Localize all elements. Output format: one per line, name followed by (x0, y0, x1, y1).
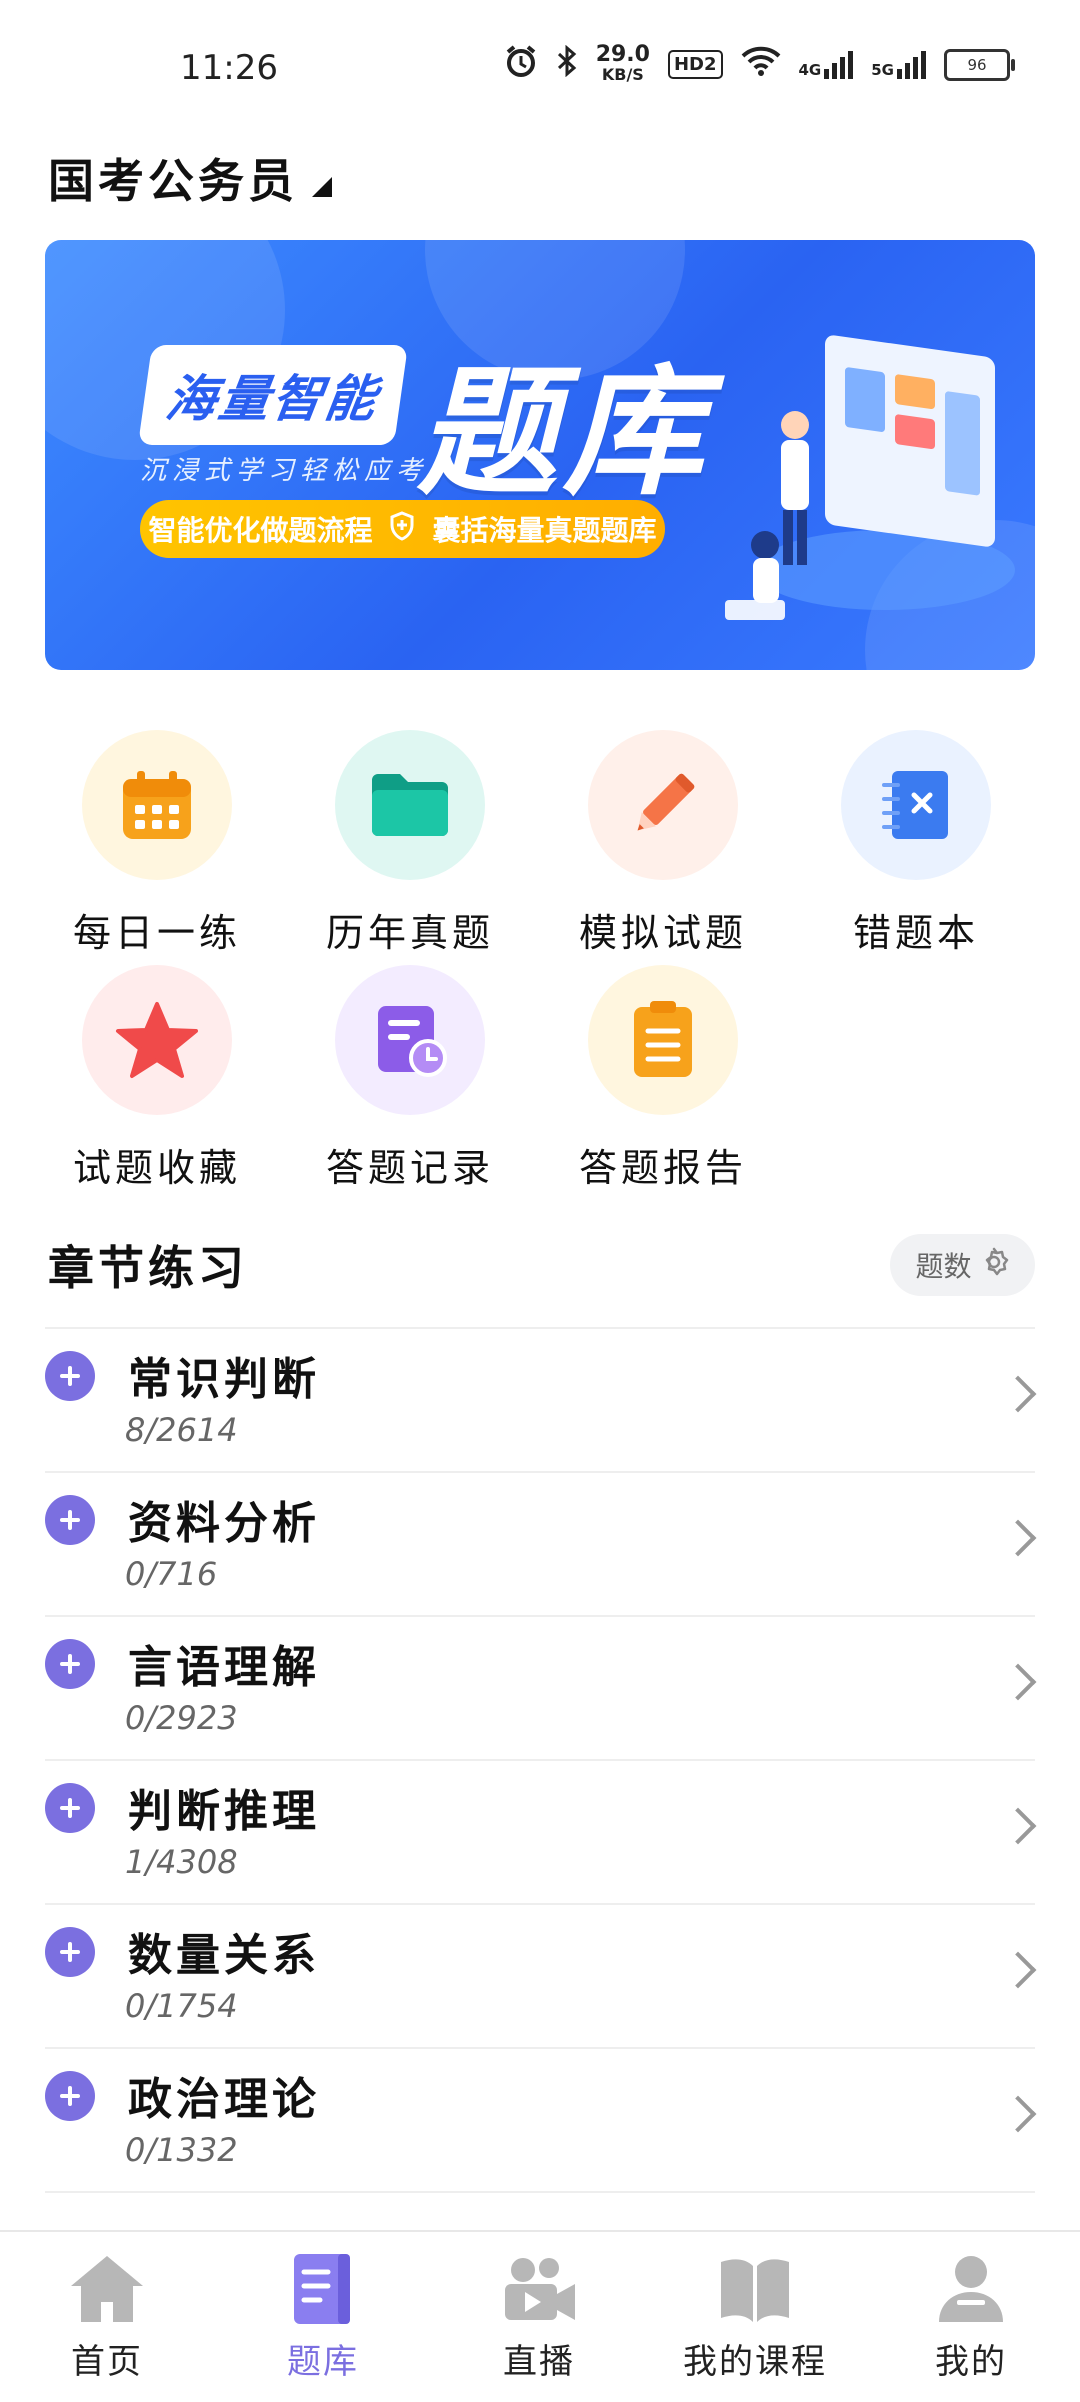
status-bar: 11:26 29.0 KB/S HD2 4G 5G 96 (0, 0, 1080, 130)
promo-banner[interactable]: 海量智能 题库 沉浸式学习轻松应考 智能优化做题流程 囊括海量真题题库 (45, 240, 1035, 670)
chevron-right-icon (999, 1951, 1037, 1989)
home-icon (67, 2256, 147, 2330)
bottom-nav: 首页 题库 直播 我的课程 我的 (0, 2230, 1080, 2402)
pencil-icon (588, 730, 738, 880)
alarm-icon (504, 44, 538, 85)
caret-down-icon (312, 177, 332, 197)
banner-illustration (725, 300, 1025, 640)
star-icon (82, 965, 232, 1115)
clipboard-icon (588, 965, 738, 1115)
expand-plus-icon[interactable] (45, 1351, 95, 1401)
chapter-name: 常识判断 (128, 1354, 320, 1405)
chapter-row[interactable]: 判断推理 1/4308 (45, 1759, 1037, 1903)
page-title: 国考公务员 (48, 154, 298, 208)
feature-answer-history[interactable]: 答题记录 (300, 965, 520, 1192)
nav-label: 题库 (287, 2342, 359, 2382)
bluetooth-icon (556, 44, 578, 84)
gear-icon (978, 1246, 1010, 1285)
chapter-row[interactable]: 常识判断 8/2614 (45, 1327, 1037, 1471)
chapter-row[interactable]: 资料分析 0/716 (45, 1471, 1037, 1615)
expand-plus-icon[interactable] (45, 1783, 95, 1833)
nav-profile[interactable]: 我的 (881, 2252, 1061, 2383)
nav-live[interactable]: 直播 (449, 2252, 629, 2383)
hd-badge: HD2 (667, 50, 723, 79)
banner-slogan: 沉浸式学习轻松应考 (140, 456, 429, 486)
calendar-icon (82, 730, 232, 880)
banner-pill-left: 智能优化做题流程 (148, 514, 373, 547)
status-icons: 29.0 KB/S HD2 4G 5G 96 (504, 41, 1015, 85)
chapter-row[interactable]: 政治理论 0/1332 (45, 2047, 1037, 2193)
feature-favorites[interactable]: 试题收藏 (47, 965, 267, 1192)
feature-daily-practice[interactable]: 每日一练 (47, 730, 267, 957)
feature-label: 每日一练 (72, 911, 241, 955)
banner-tag: 海量智能 (137, 345, 409, 445)
chapter-progress: 0/2923 (125, 1699, 238, 1737)
exam-selector[interactable]: 国考公务员 (48, 145, 332, 211)
expand-plus-icon[interactable] (45, 2071, 95, 2121)
battery-icon: 96 (944, 48, 1015, 81)
chapter-progress: 0/716 (125, 1555, 218, 1593)
chevron-right-icon (999, 2095, 1037, 2133)
chapter-row[interactable]: 言语理解 0/2923 (45, 1615, 1037, 1759)
question-bank-icon (288, 2254, 358, 2330)
wifi-icon (741, 46, 781, 83)
nav-label: 直播 (503, 2342, 575, 2382)
chevron-right-icon (999, 1375, 1037, 1413)
chevron-right-icon (999, 1807, 1037, 1845)
expand-plus-icon[interactable] (45, 1639, 95, 1689)
banner-pill-right: 囊括海量真题题库 (432, 514, 657, 547)
chapter-name: 数量关系 (128, 1930, 320, 1981)
feature-past-papers[interactable]: 历年真题 (300, 730, 520, 957)
nav-my-courses[interactable]: 我的课程 (665, 2252, 845, 2383)
nav-label: 首页 (71, 2342, 143, 2382)
chapter-progress: 0/1332 (125, 2131, 238, 2169)
signal-5g: 5G (871, 50, 926, 79)
chevron-right-icon (999, 1663, 1037, 1701)
chapter-name: 判断推理 (128, 1786, 320, 1837)
feature-label: 模拟试题 (578, 911, 747, 955)
signal-4g: 4G (799, 50, 854, 79)
record-icon (335, 965, 485, 1115)
setting-label: 题数 (915, 1250, 972, 1283)
chevron-right-icon (999, 1519, 1037, 1557)
chapter-name: 政治理论 (128, 2074, 320, 2125)
banner-headline: 题库 (417, 352, 710, 515)
section-title: 章节练习 (48, 1241, 248, 1295)
chapter-name: 言语理解 (128, 1642, 320, 1693)
feature-answer-report[interactable]: 答题报告 (553, 965, 773, 1192)
chapter-row[interactable]: 数量关系 0/1754 (45, 1903, 1037, 2047)
feature-label: 错题本 (852, 911, 979, 955)
feature-label: 试题收藏 (72, 1146, 241, 1190)
feature-wrong-questions[interactable]: 错题本 (806, 730, 1026, 957)
notebook-icon (841, 730, 991, 880)
nav-label: 我的课程 (683, 2342, 827, 2382)
chapter-progress: 8/2614 (125, 1411, 238, 1449)
feature-label: 历年真题 (325, 911, 494, 955)
user-icon (931, 2256, 1011, 2330)
chapter-progress: 0/1754 (125, 1987, 238, 2025)
chapter-name: 资料分析 (128, 1498, 320, 1549)
feature-label: 答题报告 (578, 1146, 747, 1190)
network-speed: 29.0 KB/S (595, 41, 650, 84)
nav-question-bank[interactable]: 题库 (233, 2252, 413, 2383)
expand-plus-icon[interactable] (45, 1927, 95, 1977)
nav-label: 我的 (935, 2342, 1007, 2382)
nav-home[interactable]: 首页 (17, 2252, 197, 2383)
shield-icon (389, 510, 415, 548)
expand-plus-icon[interactable] (45, 1495, 95, 1545)
folder-icon (335, 730, 485, 880)
feature-mock-exam[interactable]: 模拟试题 (553, 730, 773, 957)
question-count-setting-button[interactable]: 题数 (890, 1234, 1035, 1296)
book-icon (715, 2259, 795, 2330)
chapter-list: 常识判断 8/2614 资料分析 0/716 言语理解 0/2923 判断推理 … (45, 1327, 1037, 2193)
banner-pill: 智能优化做题流程 囊括海量真题题库 (140, 500, 665, 558)
status-time: 11:26 (180, 48, 278, 88)
live-camera-icon (499, 2258, 579, 2330)
feature-label: 答题记录 (325, 1146, 494, 1190)
chapter-progress: 1/4308 (125, 1843, 238, 1881)
